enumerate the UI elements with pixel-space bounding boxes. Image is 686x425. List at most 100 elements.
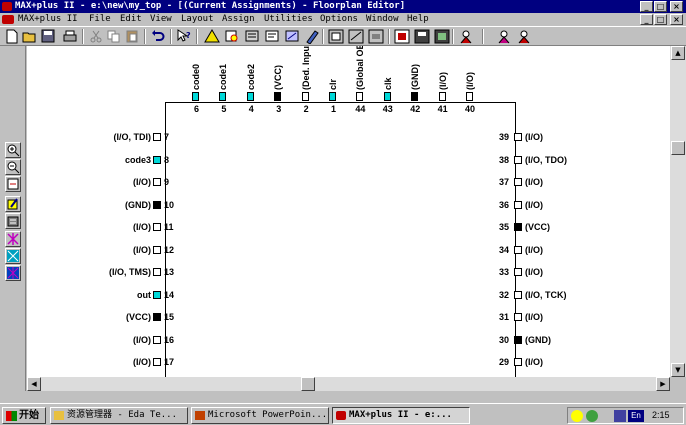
fit-window-icon[interactable] (5, 176, 21, 192)
menu-view[interactable]: View (150, 13, 172, 26)
assign-node-icon[interactable] (5, 196, 21, 212)
network-icon[interactable] (614, 410, 626, 422)
document-icon[interactable] (2, 15, 14, 24)
menu-edit[interactable]: Edit (120, 13, 142, 26)
pin-icon[interactable] (5, 248, 21, 264)
horizontal-scrollbar[interactable]: ◀ ▶ (27, 377, 670, 391)
top-pin-pad-1[interactable] (329, 92, 336, 101)
menu-maxplus[interactable]: MAX+plus II (18, 13, 78, 26)
open-programmer-icon[interactable] (434, 29, 450, 44)
task-explorer[interactable]: 资源管理器 - Eda Te... (50, 407, 188, 424)
maximize-button[interactable]: □ (654, 1, 667, 12)
clear-assignment-icon[interactable] (5, 213, 21, 229)
task-powerpoint[interactable]: Microsoft PowerPoin... (191, 407, 329, 424)
left-pin-pad-14[interactable] (153, 290, 161, 299)
save-icon[interactable] (40, 29, 56, 44)
cut-icon[interactable] (88, 29, 104, 44)
toggle-view-icon[interactable] (496, 29, 512, 44)
left-pin-pad-7[interactable] (153, 133, 161, 141)
menu-help[interactable]: Help (407, 13, 429, 26)
assign-icon[interactable] (264, 29, 280, 44)
zoom-out-icon[interactable] (5, 159, 21, 175)
language-indicator[interactable]: En (628, 410, 644, 422)
compile-icon[interactable] (394, 29, 410, 44)
task-maxplus[interactable]: MAX+plus II - e:... (332, 407, 470, 424)
left-pin-pad-10[interactable] (153, 200, 161, 209)
top-pin-pad-40[interactable] (466, 92, 473, 101)
speaker-icon[interactable] (601, 410, 613, 422)
top-pin-pad-4[interactable] (246, 92, 254, 101)
left-pin-pad-9[interactable] (153, 178, 161, 186)
top-pin-pad-41[interactable] (438, 92, 446, 101)
menu-options[interactable]: Options (320, 13, 358, 26)
scroll-left-button[interactable]: ◀ (27, 377, 41, 391)
top-pin-pad-5[interactable] (219, 92, 227, 101)
programmer-icon[interactable] (368, 29, 384, 44)
floorplan-icon[interactable] (458, 29, 474, 44)
menu-layout[interactable]: Layout (181, 13, 214, 26)
start-button[interactable]: 开始 (2, 407, 46, 424)
print-icon[interactable] (62, 29, 78, 44)
scroll-right-button[interactable]: ▶ (656, 377, 670, 391)
right-pin-pad-36[interactable] (514, 200, 522, 209)
compiler-icon[interactable] (304, 29, 320, 44)
undo-icon[interactable] (150, 29, 166, 44)
timing-analyzer-icon[interactable] (348, 29, 364, 44)
menu-file[interactable]: File (89, 13, 111, 26)
zoom-in-icon[interactable] (5, 142, 21, 158)
doc-restore-button[interactable]: □ (654, 14, 667, 25)
top-pin-pad-3[interactable] (274, 92, 282, 101)
help-pointer-icon[interactable]: ? (176, 29, 192, 44)
left-pin-pad-8[interactable] (153, 155, 161, 164)
scroll-up-button[interactable]: ▲ (671, 46, 685, 60)
new-icon[interactable] (4, 29, 20, 44)
save-check-icon[interactable] (414, 29, 430, 44)
show-routing-icon[interactable] (5, 231, 21, 247)
right-pin-pad-39[interactable] (514, 133, 522, 141)
toggle-view-icon-2[interactable] (516, 29, 532, 44)
scroll-down-button[interactable]: ▼ (671, 363, 685, 377)
menu-utilities[interactable]: Utilities (264, 13, 313, 26)
top-pin-pad-44[interactable] (356, 92, 364, 101)
horizontal-scroll-thumb[interactable] (301, 377, 315, 391)
right-pin-pad-29[interactable] (514, 358, 522, 366)
right-pin-pad-31[interactable] (514, 313, 522, 321)
copy-icon[interactable] (106, 29, 122, 44)
vertical-scroll-thumb[interactable] (671, 141, 685, 155)
left-pin-pad-13[interactable] (153, 268, 161, 276)
right-pin-pad-37[interactable] (514, 178, 522, 186)
top-pin-pad-2[interactable] (301, 92, 309, 101)
right-pin-pad-32[interactable] (514, 290, 522, 299)
left-pin-pad-17[interactable] (153, 358, 161, 366)
left-pin-pad-12[interactable] (153, 245, 161, 254)
menu-window[interactable]: Window (366, 13, 399, 26)
vertical-scrollbar[interactable]: ▲ ▼ (670, 46, 686, 377)
right-pin-pad-33[interactable] (514, 268, 522, 276)
back-annotate-icon[interactable] (284, 29, 300, 44)
open-icon[interactable] (22, 29, 38, 44)
left-pin-pad-16[interactable] (153, 335, 161, 344)
top-pin-pad-42[interactable] (411, 92, 419, 101)
right-pin-pad-34[interactable] (514, 245, 522, 254)
app-icon[interactable] (2, 2, 12, 11)
find-node-icon[interactable] (244, 29, 260, 44)
top-pin-pad-6[interactable] (192, 92, 199, 101)
floorplan-canvas[interactable]: 6 code0 5 code1 4 code2 3 (VCC) 2 (Ded. Input) 1 cl… (27, 46, 670, 377)
menu-assign[interactable]: Assign (222, 13, 255, 26)
find-icon[interactable] (224, 29, 240, 44)
doc-minimize-button[interactable]: _ (640, 14, 653, 25)
close-button[interactable]: × (670, 1, 683, 12)
doc-close-button[interactable]: × (670, 14, 683, 25)
top-pin-pad-43[interactable] (383, 92, 391, 101)
tray-icon-1[interactable] (571, 410, 583, 422)
paste-icon[interactable] (124, 29, 140, 44)
minimize-button[interactable]: _ (640, 1, 653, 12)
right-pin-pad-38[interactable] (514, 155, 522, 164)
left-pin-pad-11[interactable] (153, 223, 161, 231)
lab-icon[interactable] (5, 265, 21, 281)
simulator-icon[interactable] (328, 29, 344, 44)
right-pin-pad-30[interactable] (514, 335, 522, 344)
tray-icon-2[interactable] (586, 410, 598, 422)
left-pin-pad-15[interactable] (153, 313, 161, 321)
right-pin-pad-35[interactable] (514, 223, 522, 231)
